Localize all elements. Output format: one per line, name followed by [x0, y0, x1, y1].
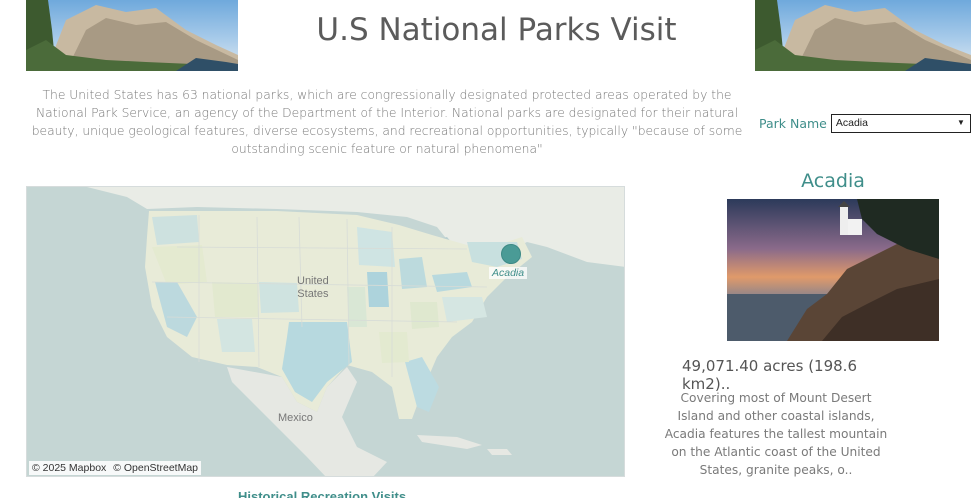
historical-visits-title: Historical Recreation Visits [238, 489, 407, 498]
park-name-heading: Acadia [801, 170, 865, 192]
park-description: Covering most of Mount Desert Island and… [664, 391, 888, 477]
filter-label: Park Name [759, 116, 827, 131]
park-area: 49,071.40 acres (198.6 km2).. [682, 357, 857, 393]
dropdown-selected-value: Acadia [835, 117, 868, 129]
map-label-mexico: Mexico [278, 412, 313, 424]
park-photo [727, 199, 939, 341]
park-map[interactable]: United States Mexico Acadia © 2025 Mapbo… [26, 186, 625, 477]
chevron-down-icon[interactable]: ▼ [957, 118, 965, 127]
park-marker-label: Acadia [489, 267, 528, 279]
openstreetmap-attribution-link[interactable]: © OpenStreetMap [113, 462, 198, 474]
mapbox-attribution-link[interactable]: © 2025 Mapbox [32, 462, 106, 474]
park-name-dropdown[interactable]: Acadia ▼ [830, 114, 971, 133]
park-marker-acadia[interactable] [501, 244, 521, 264]
intro-text: The United States has 63 national parks,… [31, 88, 743, 156]
banner-image-left [26, 0, 238, 71]
map-label-united-states: United States [297, 275, 329, 300]
map-attribution[interactable]: © 2025 Mapbox © OpenStreetMap [29, 461, 201, 475]
page-title: U.S National Parks Visit [316, 12, 677, 48]
park-name-filter: Park Name Acadia ▼ [759, 114, 971, 133]
banner-image-right [755, 0, 971, 71]
map-canvas [87, 187, 624, 476]
